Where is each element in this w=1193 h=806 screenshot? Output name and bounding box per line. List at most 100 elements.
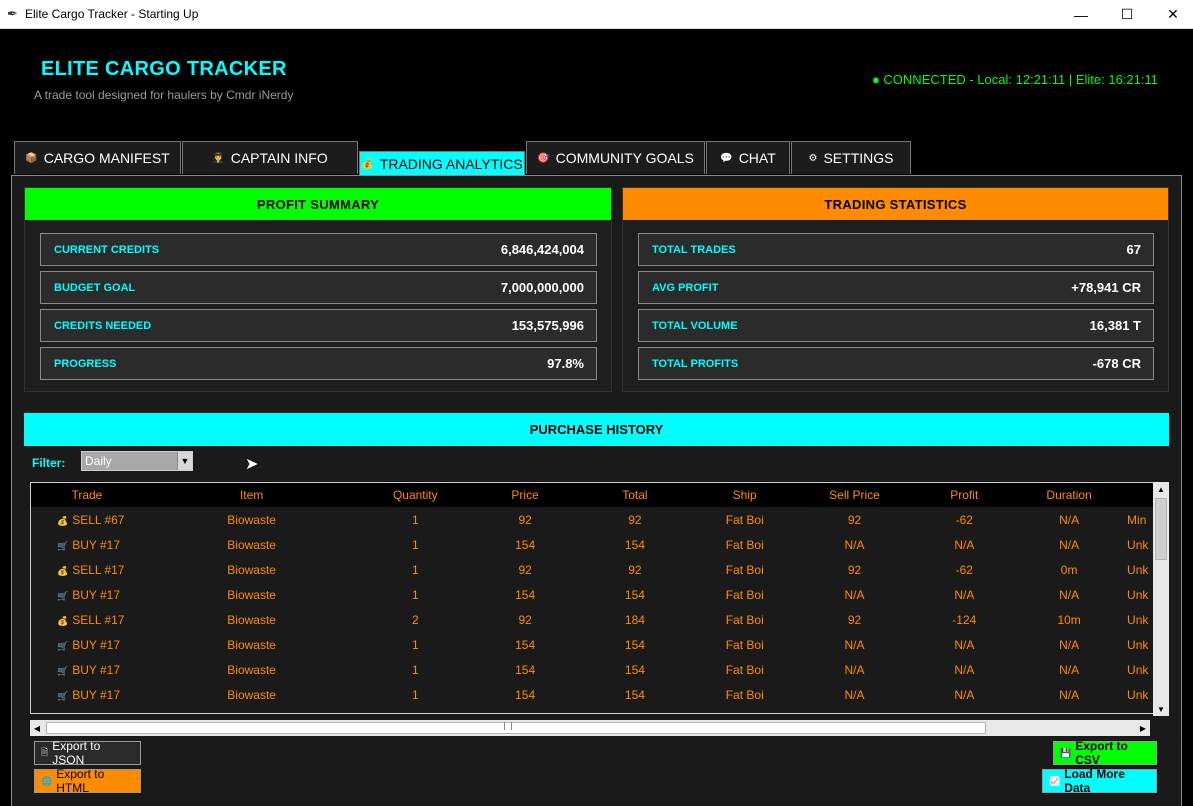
cart-icon: 🛒 [57,640,69,651]
button-label: Export to HTML [56,767,105,795]
tab-label: CHAT [738,150,776,166]
scroll-down-icon[interactable]: ▼ [1153,702,1169,716]
export-html-button[interactable]: 🌐 Export to HTML [34,767,141,795]
scroll-left-icon[interactable]: ◀ [30,720,44,736]
table-cell: N/A [844,537,865,552]
trade-label: BUY #17 [72,662,121,677]
trade-cell: 🛒 BUY #17 [31,638,143,652]
table-row[interactable]: 💰 SELL #17 Biowaste 1 92 92 Fat Boi 92 -62 0m Unk [31,557,1157,582]
table-cell: N/A [1059,537,1080,552]
trade-cell: 🛒 BUY #17 [31,588,143,602]
trading-statistics-title: TRADING STATISTICS [623,188,1168,220]
button-label: Export to CSV [1075,739,1128,767]
table-header: Trade Item Quantity Price Total Ship Sell Pric… [31,483,1157,507]
table-cell: Unk [1127,637,1149,652]
scroll-right-icon[interactable]: ▶ [1136,720,1150,736]
table-row[interactable]: 🛒 BUY #17 Biowaste 1 154 154 Fat Boi N/A N/A N/A U… [31,657,1157,682]
trade-cell: 💰 SELL #67 [31,513,143,527]
table-cell: Fat Boi [725,637,764,652]
stat-label: TOTAL TRADES [652,243,736,256]
mouse-cursor-icon: ➤ [245,456,259,473]
minimize-icon[interactable]: — [1058,0,1104,29]
table-cell: 92 [628,512,642,527]
stat-value: 153,575,996 [511,318,584,333]
tab-label: TRADING ANALYTICS [379,156,523,172]
trade-label: SELL #17 [72,612,125,627]
trading-statistics-card: TRADING STATISTICS TOTAL TRADES 67 AVG P… [622,187,1169,392]
scrollbar-thumb[interactable] [1155,498,1167,560]
column-header[interactable]: Profit [909,488,1019,502]
trading-analytics-panel: PROFIT SUMMARY CURRENT CREDITS 6,846,424… [11,175,1182,806]
tab-captain-info[interactable]: 👨‍✈️ CAPTAIN INFO [182,141,358,174]
money-bag-icon: 💰 [57,515,69,526]
scrollbar-thumb[interactable] [46,722,986,734]
table-cell: 92 [628,562,642,577]
export-csv-button[interactable]: 💾 Export to CSV [1053,739,1157,767]
stat-value: 6,846,424,004 [500,242,584,257]
table-row[interactable]: 💰 SELL #17 Biowaste 2 92 184 Fat Boi 92 -124 10m U… [31,607,1157,632]
filter-label: Filter: [32,456,66,470]
app-tagline: A trade tool designed for haulers by Cmd… [34,88,294,102]
table-cell: 1 [411,512,419,527]
tab-label: SETTINGS [823,150,894,166]
trade-cell: 🛒 BUY #17 [31,538,143,552]
table-row[interactable]: 🛒 BUY #17 Biowaste 1 154 154 Fat Boi N/A N/A N/A U… [31,682,1157,707]
filter-dropdown[interactable]: Daily ▼ [81,451,193,471]
scroll-up-icon[interactable]: ▲ [1153,482,1169,496]
stat-avg-profit: AVG PROFIT +78,941 CR [638,271,1154,304]
table-row[interactable]: 🛒 BUY #17 Biowaste 1 154 154 Fat Boi N/A N/A N/A U… [31,582,1157,607]
column-header[interactable]: Quantity [360,488,470,502]
app-title: ELITE CARGO TRACKER [41,58,287,80]
table-cell: 154 [624,587,645,602]
table-cell: 154 [515,537,536,552]
tab-label: CARGO MANIFEST [43,150,170,166]
table-cell: N/A [954,687,975,702]
stat-value: -678 CR [1092,356,1141,371]
chat-icon: 💬 [720,152,733,164]
table-cell: 92 [847,612,862,627]
column-header[interactable]: Item [143,488,361,502]
tab-chat[interactable]: 💬 CHAT [706,141,790,174]
tab-trading-analytics[interactable]: 💰 TRADING ANALYTICS [359,151,525,176]
column-header[interactable]: Sell Price [800,488,910,502]
tab-community-goals[interactable]: 🎯 COMMUNITY GOALS [526,141,705,174]
trade-cell: 🛒 BUY #17 [31,663,143,677]
table-cell: Fat Boi [725,537,764,552]
chevron-down-icon[interactable]: ▼ [177,452,192,470]
table-cell: 92 [518,512,532,527]
table-cell: 92 [518,562,532,577]
vertical-scrollbar[interactable]: ▲ ▼ [1153,482,1169,716]
tab-cargo-manifest[interactable]: 📦 CARGO MANIFEST [14,141,181,174]
column-header[interactable]: Total [580,488,690,502]
load-more-button[interactable]: 📈 Load More Data [1042,767,1157,795]
table-row[interactable]: 🛒 BUY #17 Biowaste 1 154 154 Fat Boi N/A N/A N/A U… [31,632,1157,657]
table-cell: -62 [955,512,973,527]
table-cell: 92 [847,562,862,577]
close-icon[interactable]: ✕ [1150,0,1193,29]
column-header[interactable]: Trade [31,488,143,502]
table-cell: Biowaste [227,562,276,577]
stat-value: 67 [1126,242,1141,257]
export-json-button[interactable]: 🗎 Export to JSON [34,739,141,767]
table-row[interactable]: 💰 SELL #67 Biowaste 1 92 92 Fat Boi 92 -62 N/A Min [31,507,1157,532]
column-header[interactable]: Duration [1019,488,1119,502]
globe-icon: 🌐 [41,775,53,786]
column-header[interactable]: Price [470,488,580,502]
table-cell: Fat Boi [725,587,764,602]
table-row[interactable]: 🛒 BUY #17 Biowaste 1 154 154 Fat Boi N/A N/A N/A U… [31,532,1157,557]
maximize-icon[interactable]: ☐ [1104,0,1150,29]
window-title: Elite Cargo Tracker - Starting Up [25,7,199,21]
column-header[interactable]: Ship [690,488,800,502]
tab-label: COMMUNITY GOALS [555,150,694,166]
horizontal-scrollbar[interactable]: ◀ ▶ [30,720,1150,736]
tab-settings[interactable]: ⚙ SETTINGS [791,141,911,174]
table-cell: -62 [955,562,973,577]
table-cell: N/A [844,637,865,652]
stat-current-credits: CURRENT CREDITS 6,846,424,004 [40,233,597,266]
table-cell: 184 [624,612,645,627]
tab-label: CAPTAIN INFO [230,150,328,166]
cart-icon: 🛒 [57,540,69,551]
stat-budget-goal: BUDGET GOAL 7,000,000,000 [40,271,597,304]
scrollbar-grip-icon [504,722,512,730]
stat-label: TOTAL PROFITS [652,357,739,370]
